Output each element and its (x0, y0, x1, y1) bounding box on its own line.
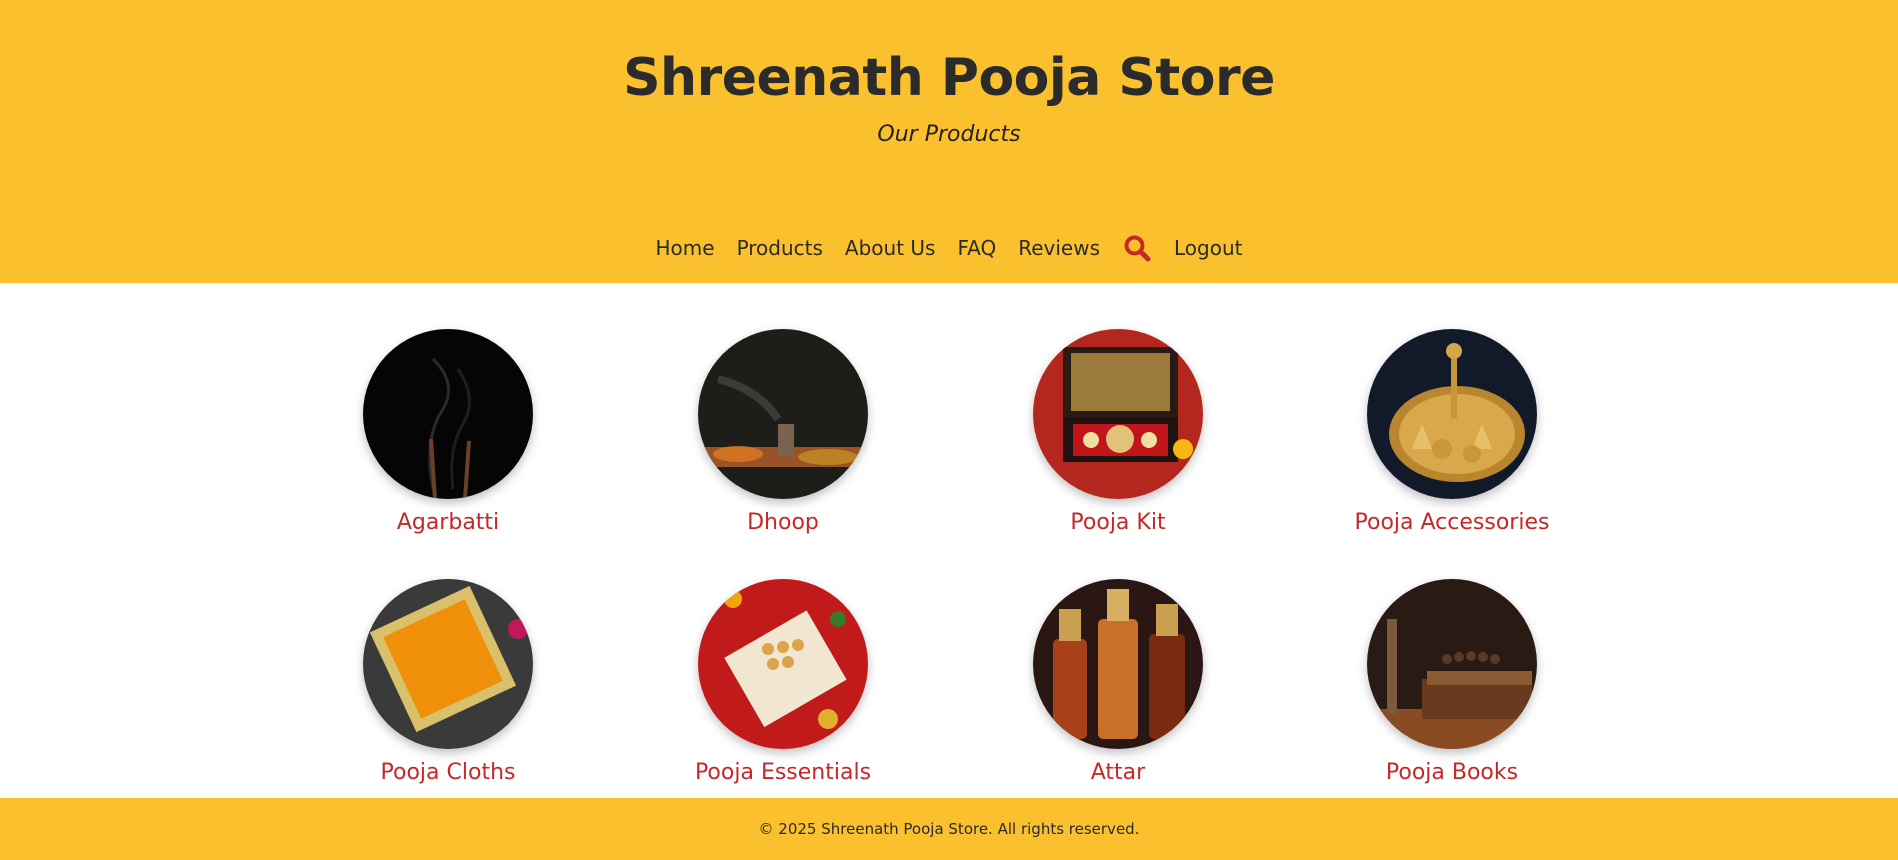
nav-faq[interactable]: FAQ (957, 230, 996, 266)
pooja-accessories-image (1367, 329, 1537, 499)
site-title: Shreenath Pooja Store (623, 48, 1275, 108)
product-name: Agarbatti (396, 510, 500, 535)
pooja-books-image (1367, 579, 1537, 749)
product-name: Attar (1090, 760, 1146, 785)
product-card-pooja-books[interactable]: Pooja Books (1322, 579, 1582, 789)
page-subtitle: Our Products (877, 122, 1021, 147)
product-name: Pooja Accessories (1354, 510, 1550, 535)
main-nav: Home Products About Us FAQ Reviews Logou… (0, 230, 1898, 266)
nav-reviews[interactable]: Reviews (1018, 230, 1100, 266)
product-grid: Agarbatti Dhoop Pooja Kit Pooja Accessor… (0, 283, 1898, 798)
product-card-dhoop[interactable]: Dhoop (653, 329, 913, 539)
product-name: Pooja Books (1385, 760, 1519, 785)
site-footer: © 2025 Shreenath Pooja Store. All rights… (0, 798, 1898, 860)
product-card-pooja-accessories[interactable]: Pooja Accessories (1322, 329, 1582, 539)
product-card-pooja-kit[interactable]: Pooja Kit (988, 329, 1248, 539)
product-name: Pooja Essentials (694, 760, 872, 785)
product-name: Pooja Kit (1070, 510, 1166, 535)
product-card-attar[interactable]: Attar (988, 579, 1248, 789)
nav-logout[interactable]: Logout (1174, 230, 1242, 266)
product-card-pooja-cloths[interactable]: Pooja Cloths (318, 579, 578, 789)
pooja-kit-image (1033, 329, 1203, 499)
product-card-agarbatti[interactable]: Agarbatti (318, 329, 578, 539)
search-icon[interactable] (1122, 233, 1152, 263)
nav-about-us[interactable]: About Us (845, 230, 936, 266)
attar-image (1033, 579, 1203, 749)
footer-copyright: © 2025 Shreenath Pooja Store. All rights… (758, 820, 1140, 838)
nav-home[interactable]: Home (656, 230, 715, 266)
agarbatti-image (363, 329, 533, 499)
nav-products[interactable]: Products (737, 230, 823, 266)
site-header: Shreenath Pooja Store Our Products Home … (0, 0, 1898, 283)
product-card-pooja-essentials[interactable]: Pooja Essentials (653, 579, 913, 789)
pooja-cloths-image (363, 579, 533, 749)
product-name: Dhoop (747, 510, 819, 535)
product-name: Pooja Cloths (380, 760, 516, 785)
dhoop-image (698, 329, 868, 499)
pooja-essentials-image (698, 579, 868, 749)
